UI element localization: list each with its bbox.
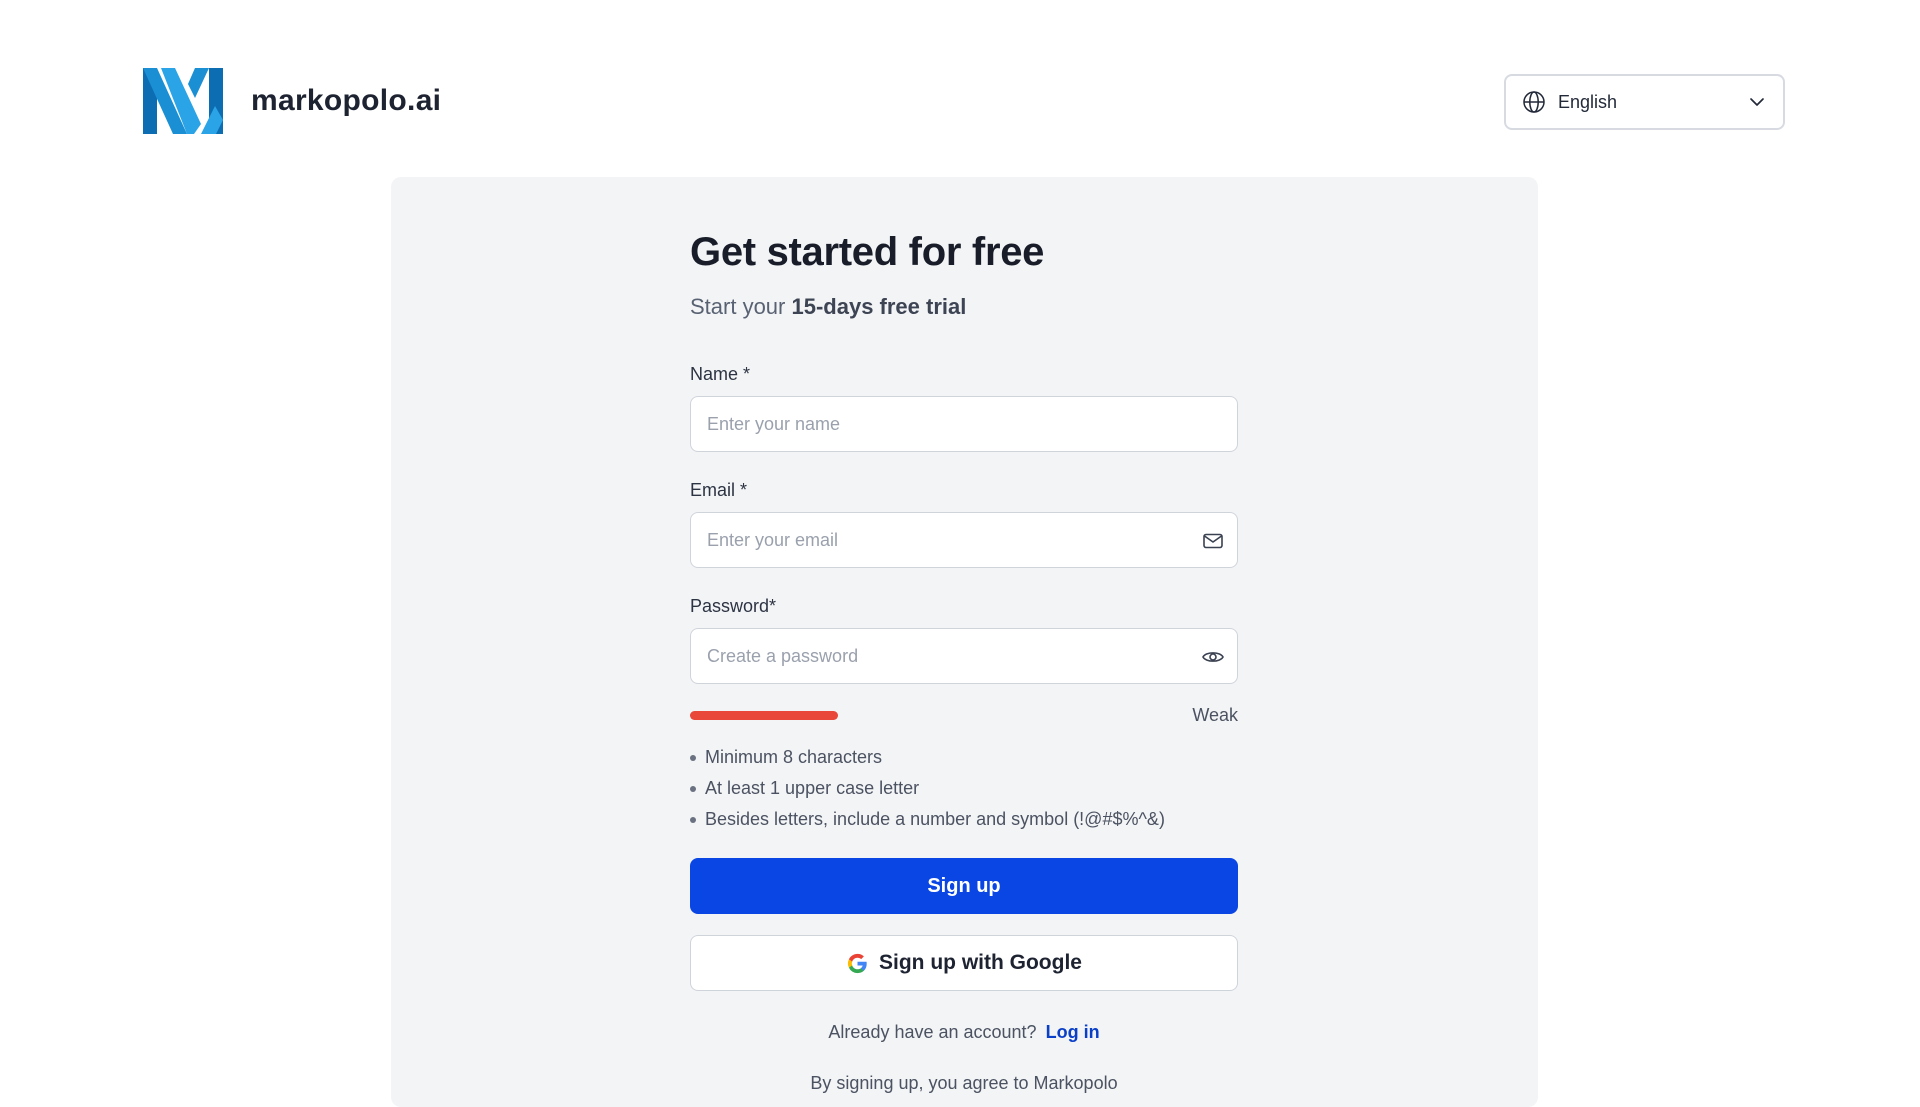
name-input-wrap [690, 396, 1238, 452]
globe-icon [1523, 91, 1545, 113]
password-strength-track [690, 710, 1192, 720]
brand-name: markopolo.ai [251, 84, 442, 117]
password-rule-text: Minimum 8 characters [705, 747, 883, 767]
password-strength-bar [690, 710, 838, 720]
password-strength: Weak [690, 704, 1238, 726]
login-prompt-line: Already have an account? Log in [690, 1022, 1238, 1043]
password-rule-text: Besides letters, include a number and sy… [705, 809, 1165, 829]
login-link[interactable]: Log in [1046, 1022, 1100, 1042]
google-signup-label: Sign up with Google [879, 951, 1082, 974]
google-icon [847, 953, 867, 973]
markopolo-logo-icon [143, 68, 223, 134]
password-strength-label: Weak [1192, 704, 1238, 725]
subtitle-prefix: Start your [690, 294, 792, 319]
bullet-icon [690, 785, 696, 792]
eye-icon[interactable] [1201, 645, 1225, 669]
page-title: Get started for free [690, 230, 1045, 274]
email-label: Email * [690, 480, 748, 500]
bullet-icon [690, 754, 696, 761]
name-label: Name * [690, 364, 751, 384]
chevron-down-icon [1750, 98, 1764, 106]
password-rule-text: At least 1 upper case letter [705, 778, 920, 798]
password-label: Password* [690, 596, 777, 616]
password-rule: Minimum 8 characters [690, 742, 1238, 773]
email-input[interactable] [691, 513, 1237, 567]
password-rule: Besides letters, include a number and sy… [690, 804, 1238, 835]
signup-form: Get started for free Start your 15-days … [690, 224, 1238, 1094]
password-rule: At least 1 upper case letter [690, 773, 1238, 804]
bullet-icon [690, 816, 696, 823]
brand[interactable]: markopolo.ai [143, 68, 441, 134]
password-rules: Minimum 8 characters At least 1 upper ca… [690, 742, 1238, 835]
language-label: English [1558, 91, 1618, 112]
google-signup-button[interactable]: Sign up with Google [690, 935, 1238, 991]
subtitle-emphasis: 15-days free trial [791, 294, 967, 319]
name-field-group: Name * [690, 362, 1238, 452]
page-subtitle: Start your 15-days free trial [690, 292, 1238, 322]
name-input[interactable] [691, 397, 1237, 451]
login-prompt: Already have an account? [828, 1022, 1037, 1042]
password-field-group: Password* [690, 594, 1238, 684]
email-input-wrap [690, 512, 1238, 568]
mail-icon [1203, 533, 1223, 549]
header: markopolo.ai English [0, 0, 1920, 176]
signup-button[interactable]: Sign up [690, 858, 1238, 914]
password-input[interactable] [691, 629, 1237, 683]
language-select[interactable]: English [1504, 74, 1785, 130]
password-input-wrap [690, 628, 1238, 684]
terms-text: By signing up, you agree to Markopolo [810, 1073, 1118, 1093]
email-field-group: Email * [690, 478, 1238, 568]
